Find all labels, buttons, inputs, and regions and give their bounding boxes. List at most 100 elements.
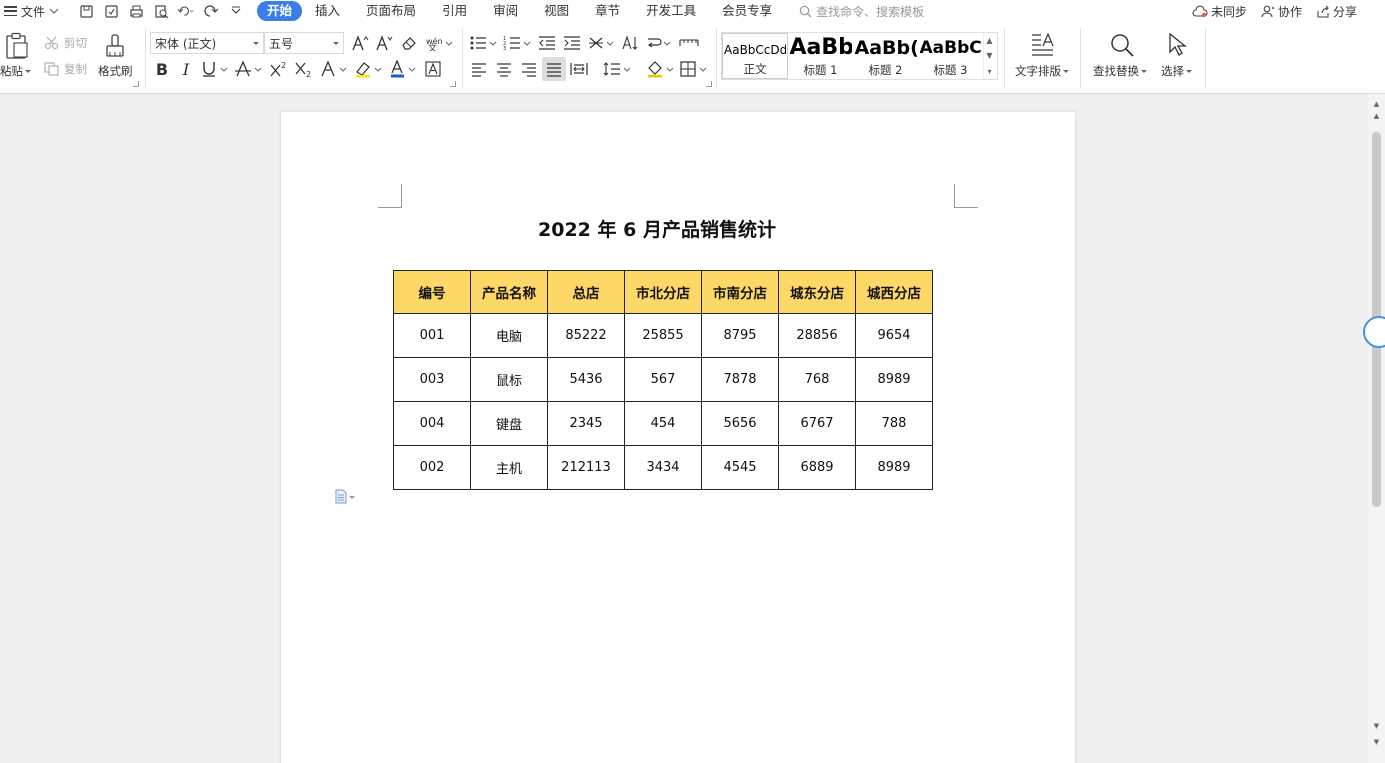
table-cell[interactable]: 768 [778,357,856,402]
print-icon[interactable] [127,2,145,20]
style-heading-1[interactable]: AaBb 标题 1 [788,33,853,79]
justify-button[interactable] [542,57,566,81]
table-cell[interactable]: 鼠标 [470,357,548,402]
bold-button[interactable]: B [152,59,172,79]
command-search[interactable]: 查找命令、搜索模板 [799,3,924,20]
chinese-layout-button[interactable] [588,33,616,53]
undo-icon[interactable] [177,2,195,20]
paste-button[interactable] [4,32,30,63]
tab-insert[interactable]: 插入 [302,1,353,21]
save-icon[interactable] [77,2,95,20]
table-header-cell[interactable]: 市北分店 [624,270,702,314]
styles-scroll[interactable]: ▲ ▼ ▾ [983,33,995,79]
table-cell[interactable]: 9654 [855,313,933,358]
redo-icon[interactable] [202,2,220,20]
font-dialog-launcher[interactable] [450,81,456,87]
table-cell[interactable]: 4545 [701,445,779,490]
tab-member[interactable]: 会员专享 [709,1,785,21]
line-spacing-button[interactable] [602,59,632,79]
shading-button[interactable] [646,59,676,79]
text-layout-button[interactable] [1031,32,1055,61]
table-cell[interactable]: 788 [855,401,933,446]
table-cell[interactable]: 28856 [778,313,856,358]
font-name-select[interactable]: 宋体 (正文) [150,32,264,54]
table-header-cell[interactable]: 市南分店 [701,270,779,314]
bullet-list-button[interactable] [469,33,499,53]
scroll-up-arrow[interactable]: ▲ [1368,109,1385,123]
table-cell[interactable]: 454 [624,401,702,446]
table-header-cell[interactable]: 城西分店 [855,270,933,314]
table-cell[interactable]: 2345 [547,401,625,446]
table-cell[interactable]: 7878 [701,357,779,402]
numbered-list-button[interactable]: 123 [503,33,533,53]
tab-home[interactable]: 开始 [257,1,303,21]
show-marks-button[interactable] [679,33,699,53]
style-heading-2[interactable]: AaBb( 标题 2 [853,33,918,79]
tab-references[interactable]: 引用 [429,1,480,21]
increase-font-size-button[interactable] [350,33,370,53]
tab-developer[interactable]: 开发工具 [633,1,709,21]
line-break-button[interactable] [645,33,673,53]
find-replace-button[interactable] [1109,32,1135,61]
clear-formatting-button[interactable] [399,33,419,53]
table-cell[interactable]: 25855 [624,313,702,358]
expand-icon[interactable]: ▾ [987,67,991,76]
table-cell[interactable]: 8989 [855,445,933,490]
format-painter-button[interactable] [104,32,126,63]
file-menu[interactable]: 文件 [0,0,65,22]
text-layout-menu[interactable]: 文字排版 [1015,63,1069,79]
tab-review[interactable]: 审阅 [480,1,531,21]
text-effect-button[interactable] [320,59,350,79]
paragraph-layout-handle[interactable] [334,489,356,504]
increase-indent-button[interactable] [562,33,582,53]
scroll-down-arrow[interactable]: ▼ [1368,719,1385,733]
table-cell[interactable]: 85222 [547,313,625,358]
table-cell[interactable]: 004 [393,401,471,446]
collaborate-button[interactable]: 协作 [1261,3,1302,20]
font-color-button[interactable] [389,59,419,79]
save-as-icon[interactable] [102,2,120,20]
style-normal[interactable]: AaBbCcDd 正文 [722,33,788,79]
strikethrough-button[interactable] [234,59,264,79]
style-heading-3[interactable]: AaBbC( 标题 3 [918,33,983,79]
document-title[interactable]: 2022 年 6 月产品销售统计 [281,215,1033,242]
table-cell[interactable]: 键盘 [470,401,548,446]
table-header-cell[interactable]: 编号 [393,270,471,314]
font-size-select[interactable]: 五号 [264,32,344,54]
document-page[interactable]: 2022 年 6 月产品销售统计 编号 产品名称 总店 市北分店 市南分店 城东… [281,112,1075,763]
superscript-button[interactable]: 2 [269,59,289,79]
table-cell[interactable]: 5656 [701,401,779,446]
table-cell[interactable]: 5436 [547,357,625,402]
chevron-down-icon[interactable]: ▼ [986,51,992,60]
table-cell[interactable]: 567 [624,357,702,402]
table-cell[interactable]: 001 [393,313,471,358]
sales-table[interactable]: 编号 产品名称 总店 市北分店 市南分店 城东分店 城西分店 001 电脑 85… [393,270,933,490]
decrease-indent-button[interactable] [537,33,557,53]
paste-menu[interactable]: 粘贴 [0,63,31,79]
table-cell[interactable]: 主机 [470,445,548,490]
tab-page-layout[interactable]: 页面布局 [353,1,429,21]
phonetic-guide-button[interactable]: wén 文 [424,33,454,53]
vertical-scrollbar[interactable]: ▲ ▲ ▼ ▼ [1363,95,1385,763]
table-header-cell[interactable]: 产品名称 [470,270,548,314]
borders-button[interactable] [680,59,710,79]
table-cell[interactable]: 8989 [855,357,933,402]
select-menu[interactable]: 选择 [1161,63,1192,79]
copy-button[interactable]: 复制 [44,61,87,77]
italic-button[interactable]: I [176,59,196,79]
decrease-font-size-button[interactable] [374,33,394,53]
tab-chapter[interactable]: 章节 [582,1,633,21]
table-cell[interactable]: 002 [393,445,471,490]
table-header-cell[interactable]: 总店 [547,270,625,314]
find-replace-menu[interactable]: 查找替换 [1093,63,1147,79]
table-cell[interactable]: 3434 [624,445,702,490]
paragraph-dialog-launcher[interactable] [706,81,712,87]
customize-toolbar-icon[interactable] [227,2,245,20]
print-preview-icon[interactable] [152,2,170,20]
table-cell[interactable]: 电脑 [470,313,548,358]
chevron-up-icon[interactable]: ▲ [986,36,992,45]
table-header-cell[interactable]: 城东分店 [778,270,856,314]
table-cell[interactable]: 003 [393,357,471,402]
share-button[interactable]: 分享 [1316,3,1357,20]
cut-button[interactable]: 剪切 [44,35,87,51]
